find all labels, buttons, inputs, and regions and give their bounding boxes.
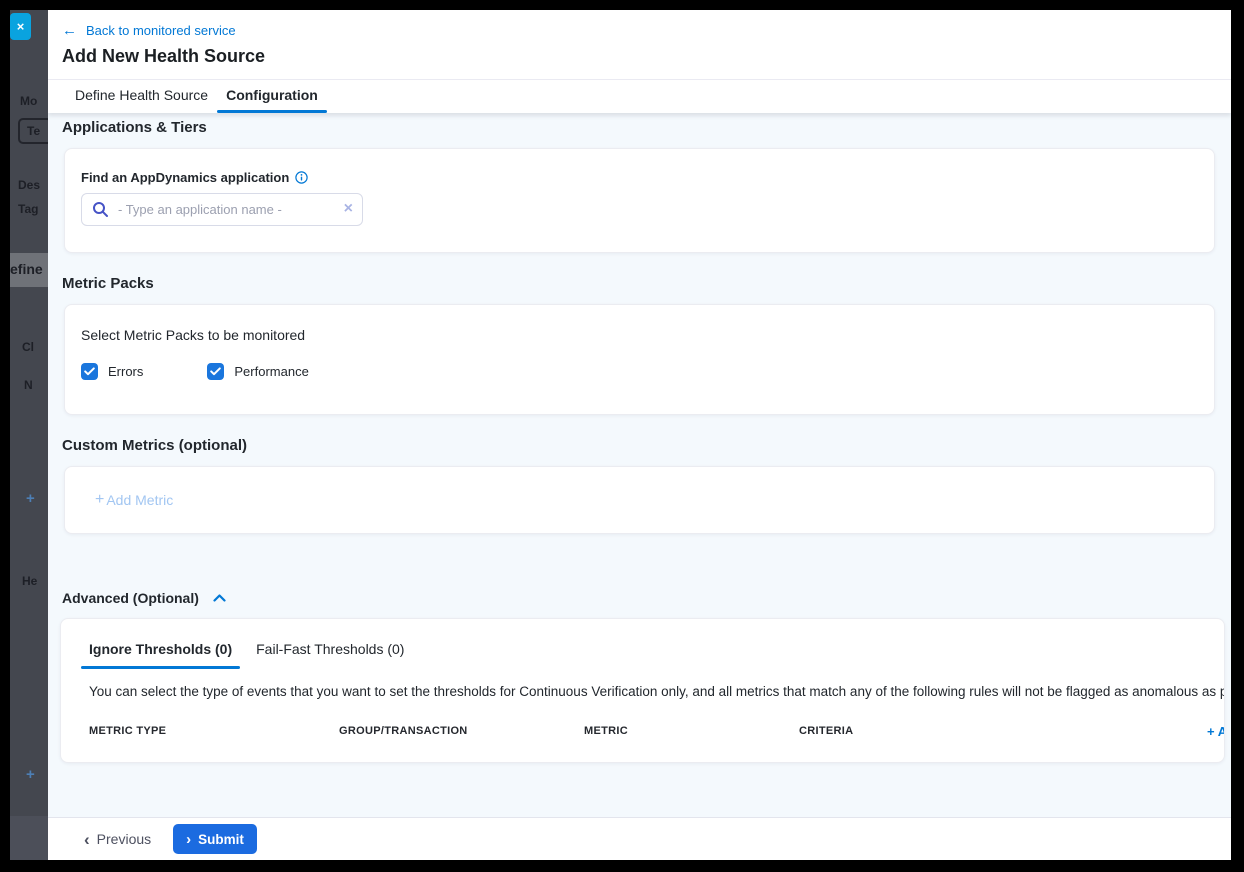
back-to-monitored-service-link[interactable]: ← Back to monitored service [62,23,236,38]
underlying-text-fragment: Tag [18,202,38,216]
previous-button[interactable]: ‹ Previous [84,831,151,848]
thresholds-tabbar: Ignore Thresholds (0) Fail-Fast Threshol… [61,641,1224,669]
page-title: Add New Health Source [62,46,1231,67]
thresholds-description: You can select the type of events that y… [89,681,1225,702]
metric-packs-subtitle: Select Metric Packs to be monitored [81,327,1198,343]
underlying-text-fragment: Des [18,178,40,192]
errors-checkbox-label: Errors [108,364,143,379]
search-icon [92,201,109,218]
previous-button-label: Previous [97,831,151,847]
chevron-left-icon: ‹ [84,831,90,848]
tab-fail-fast-thresholds[interactable]: Fail-Fast Thresholds (0) [248,641,412,669]
underlying-text-fragment: efine [10,261,43,277]
back-link-label: Back to monitored service [86,23,236,38]
underlying-plus-fragment: + [26,490,35,507]
chevron-up-icon [213,594,226,602]
add-threshold-button[interactable]: + Add Threshold [1207,724,1225,739]
custom-metrics-card: + Add Metric [64,466,1215,534]
applications-tiers-card: Find an AppDynamics application × [64,148,1215,253]
app-stage: × Mo Te Des Tag efine Cl N + He + ← Back… [10,10,1231,860]
find-application-label: Find an AppDynamics application [81,170,308,185]
configuration-content: Applications & Tiers Find an AppDynamics… [48,113,1231,817]
tab-ignore-thresholds[interactable]: Ignore Thresholds (0) [81,641,240,669]
metric-packs-card: Select Metric Packs to be monitored Erro… [64,304,1215,415]
underlying-text-fragment: Te [27,124,40,138]
metric-packs-options: Errors Performance [81,363,1198,380]
advanced-heading-label: Advanced (Optional) [62,590,199,606]
back-arrow-icon: ← [62,23,77,38]
add-metric-label: Add Metric [106,492,173,508]
drawer-footer: ‹ Previous › Submit [48,817,1231,860]
applications-tiers-heading: Applications & Tiers [62,119,1215,136]
tab-define-health-source[interactable]: Define Health Source [66,87,217,113]
find-application-label-text: Find an AppDynamics application [81,170,289,185]
add-health-source-drawer: ← Back to monitored service Add New Heal… [48,10,1231,860]
dimmed-underlying-page: × Mo Te Des Tag efine Cl N + He + [10,10,48,860]
wizard-tabbar: Define Health Source Configuration [48,80,1231,113]
checkbox-checked-icon [207,363,224,380]
thresholds-table-header: METRIC TYPE GROUP/TRANSACTION METRIC CRI… [89,716,1224,746]
checkbox-checked-icon [81,363,98,380]
column-header-metric: METRIC [584,725,799,737]
underlying-input-fragment: Te [18,118,48,144]
advanced-thresholds-card: Ignore Thresholds (0) Fail-Fast Threshol… [60,618,1225,763]
performance-checkbox-label: Performance [234,364,308,379]
clear-search-icon[interactable]: × [344,199,353,219]
add-metric-button[interactable]: + Add Metric [95,491,173,509]
underlying-footer-band [10,816,48,860]
plus-icon: + [95,491,104,509]
underlying-text-fragment: N [24,378,33,392]
metric-packs-heading: Metric Packs [62,275,1215,292]
column-header-metric-type: METRIC TYPE [89,725,339,737]
errors-checkbox[interactable]: Errors [81,363,143,380]
column-header-criteria: CRITERIA [799,725,1207,737]
underlying-text-fragment: Mo [20,94,37,108]
underlying-plus-fragment: + [26,766,35,783]
application-search: × [81,193,363,226]
column-header-group-transaction: GROUP/TRANSACTION [339,725,584,737]
submit-button-label: Submit [198,832,244,847]
submit-button[interactable]: › Submit [173,824,257,854]
close-icon[interactable]: × [10,13,31,40]
tab-configuration[interactable]: Configuration [217,87,327,113]
application-search-input[interactable] [81,193,363,226]
custom-metrics-heading: Custom Metrics (optional) [62,437,1215,454]
advanced-optional-toggle[interactable]: Advanced (Optional) [62,590,226,606]
underlying-text-fragment: He [22,574,37,588]
drawer-header: ← Back to monitored service Add New Heal… [48,10,1231,80]
underlying-text-fragment: Cl [22,340,34,354]
chevron-right-icon: › [186,832,191,847]
performance-checkbox[interactable]: Performance [207,363,308,380]
info-icon[interactable] [295,171,308,184]
